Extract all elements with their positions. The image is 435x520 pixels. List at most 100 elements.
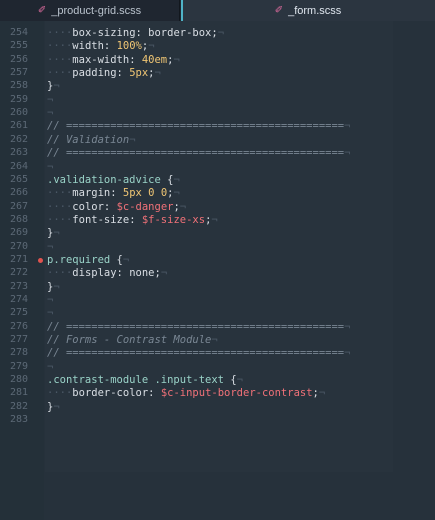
code-line[interactable]: 266 ····margin: 5px 0 0;¬ [0, 187, 435, 199]
line-number: 267 [9, 200, 28, 212]
code-token: // =====================================… [47, 120, 345, 133]
line-number: 279 [9, 360, 28, 372]
code-editor[interactable]: 254 ····box-sizing: border-box;¬ 255 ····wi… [0, 21, 435, 520]
code-token: ···· [47, 187, 73, 200]
code-line[interactable]: 260 ¬ [0, 107, 435, 119]
line-number: 278 [9, 347, 28, 359]
code-text: ····width: 100%;¬ [47, 40, 155, 52]
code-line[interactable]: 282}¬ [0, 401, 435, 413]
code-token: // Forms - Contrast Module [47, 334, 212, 347]
code-token: // =====================================… [47, 320, 345, 333]
line-number: 269 [9, 227, 28, 239]
line-number: 260 [9, 107, 28, 119]
line-number: 280 [9, 374, 28, 386]
code-line[interactable]: 254 ····box-sizing: border-box;¬ [0, 27, 435, 39]
code-token: .validation-advice [47, 173, 161, 186]
code-token: ¬ [47, 107, 54, 120]
code-line[interactable]: 267 ····color: $c-danger;¬ [0, 201, 435, 213]
code-token: { [224, 374, 237, 387]
code-text: // Forms - Contrast Module¬ [47, 334, 218, 346]
code-line[interactable]: 261 // ==================================… [0, 120, 435, 132]
code-token: $c-input-border-contrast [160, 387, 313, 400]
code-line[interactable]: 280 .contrast-module .input-text {¬ [0, 374, 435, 386]
tab-product-grid[interactable]: ✐ _product-grid.scss [0, 0, 180, 21]
code-token: ···· [47, 27, 73, 39]
code-token: ¬ [173, 53, 180, 66]
code-line[interactable]: 264 ¬ [0, 161, 435, 173]
code-text: ····max-width: 40em;¬ [47, 54, 180, 66]
code-text: ····border-color: $c-input-border-contra… [47, 387, 325, 399]
breakpoint-dot-icon[interactable] [38, 257, 43, 263]
line-number: 259 [9, 93, 28, 105]
line-number: 282 [9, 400, 28, 412]
code-line[interactable]: 272 ····display: none;¬ [0, 267, 435, 279]
code-line[interactable]: 274 ¬ [0, 294, 435, 306]
code-text: .validation-advice {¬ [47, 174, 180, 186]
code-token: .contrast-module .input-text [47, 374, 225, 387]
tab-label: _form.scss [288, 4, 342, 17]
code-line[interactable]: 275 ¬ [0, 307, 435, 319]
line-number: 271 [9, 253, 28, 265]
code-token: ¬ [173, 173, 180, 186]
code-line[interactable]: 278 // ==================================… [0, 347, 435, 359]
code-line[interactable]: 258 }¬ [0, 80, 435, 92]
code-line[interactable]: 273}¬ [0, 281, 435, 293]
code-token: ¬ [173, 187, 180, 200]
code-text: // =====================================… [47, 347, 350, 359]
code-text: // =====================================… [47, 120, 350, 132]
code-line[interactable]: 281 ····border-color: $c-input-border-con… [0, 387, 435, 399]
code-line[interactable]: 269 }¬ [0, 227, 435, 239]
code-token: ¬ [318, 387, 326, 400]
line-number: 254 [9, 27, 28, 38]
code-line[interactable]: 255 ····width: 100%;¬ [0, 40, 435, 52]
code-line[interactable]: 265 .validation-advice {¬ [0, 174, 435, 186]
tab-form[interactable]: ✐ _form.scss [181, 0, 435, 21]
code-line[interactable]: 270 ¬ [0, 241, 435, 253]
code-token: ¬ [179, 200, 187, 213]
code-line[interactable]: 277 // Forms - Contrast Module¬ [0, 334, 435, 346]
code-text: ¬ [47, 94, 53, 106]
line-number: 277 [9, 334, 28, 346]
code-token: display: none; [72, 267, 161, 280]
code-token: ¬ [154, 67, 161, 80]
code-line[interactable]: 271 p.required {¬ [0, 254, 435, 266]
code-text: ····padding: 5px;¬ [47, 67, 161, 79]
code-line[interactable]: 259 ¬ [0, 94, 435, 106]
code-token: ···· [47, 67, 73, 80]
code-text: ····margin: 5px 0 0;¬ [47, 187, 180, 199]
code-line[interactable]: 263 // ==================================… [0, 147, 435, 159]
code-token: // Validation [47, 133, 130, 146]
code-token: ¬ [344, 120, 351, 133]
code-line[interactable]: 257 ····padding: 5px;¬ [0, 67, 435, 79]
tab-label: _product-grid.scss [51, 4, 142, 17]
line-number: 270 [9, 240, 28, 252]
code-line[interactable]: 283 [0, 414, 435, 426]
code-token: font-size: [72, 213, 142, 226]
code-token: ¬ [47, 93, 54, 106]
code-token: ···· [47, 200, 73, 213]
code-line[interactable]: 276 // ==================================… [0, 321, 435, 333]
code-token: ¬ [122, 253, 130, 266]
code-token: ¬ [217, 27, 225, 39]
line-number: 266 [9, 187, 28, 199]
code-text: ¬ [47, 107, 53, 119]
code-token: ¬ [47, 160, 54, 173]
code-text: // =====================================… [47, 321, 350, 333]
code-token: ¬ [53, 227, 60, 240]
code-text: ····display: none;¬ [47, 267, 167, 279]
code-text: ¬ [47, 307, 53, 319]
code-text: }¬ [47, 80, 60, 92]
code-line[interactable]: 262 // Validation¬ [0, 134, 435, 146]
code-token: ¬ [53, 80, 60, 93]
code-token: { [160, 173, 174, 186]
code-token: ¬ [47, 360, 54, 373]
sass-icon: ✐ [37, 5, 47, 16]
line-number: 258 [9, 80, 28, 92]
code-token: // =====================================… [47, 347, 345, 360]
code-text: }¬ [47, 281, 60, 293]
sass-icon: ✐ [274, 5, 284, 16]
code-line[interactable]: 279 ¬ [0, 361, 435, 373]
code-line[interactable]: 256 ····max-width: 40em;¬ [0, 54, 435, 66]
code-line[interactable]: 268 ····font-size: $f-size-xs;¬ [0, 214, 435, 226]
code-text: }¬ [47, 227, 60, 239]
